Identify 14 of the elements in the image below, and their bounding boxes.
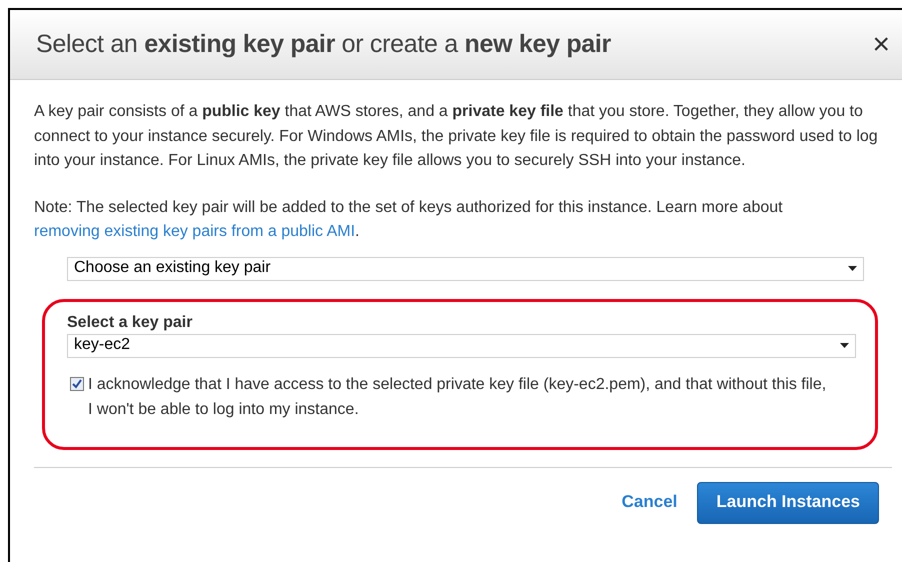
key-pair-label: Select a key pair xyxy=(67,312,194,332)
acknowledge-checkbox[interactable] xyxy=(70,376,84,390)
launch-instances-button[interactable]: Launch Instances xyxy=(697,482,879,524)
intro-text: A key pair consists of a public key that AWS stores, and a private key file that you store. Together, they allow you to connect to your instance securely. For Windows AMIs, the private key file is required to obtain the password used to log into your instance. For Linux AMIs, the private key file allows you to securely SSH into your instance. xyxy=(34,102,879,171)
caret-icon xyxy=(840,343,849,348)
dialog-title: Select an existing key pair or create a new key pair xyxy=(36,28,611,60)
note-text: Note: The selected key pair will be added to the set of keys authorized for this instance. Learn more about removing existing key pairs from a public AMI. xyxy=(34,198,784,242)
acknowledge-text: I acknowledge that I have access to the selected private key file (key-ec2.pem), and that without this file, I won't be able to log into my instance. xyxy=(88,374,828,420)
close-button[interactable]: × xyxy=(872,30,890,60)
removing-key-pairs-link[interactable]: removing existing key pairs from a public AMI xyxy=(34,223,356,240)
caret-icon xyxy=(848,266,857,271)
cancel-button[interactable]: Cancel xyxy=(622,490,678,515)
key-pair-select[interactable]: key-ec2 xyxy=(67,334,856,358)
key-pair-mode-select[interactable]: Choose an existing key pair xyxy=(67,256,864,280)
